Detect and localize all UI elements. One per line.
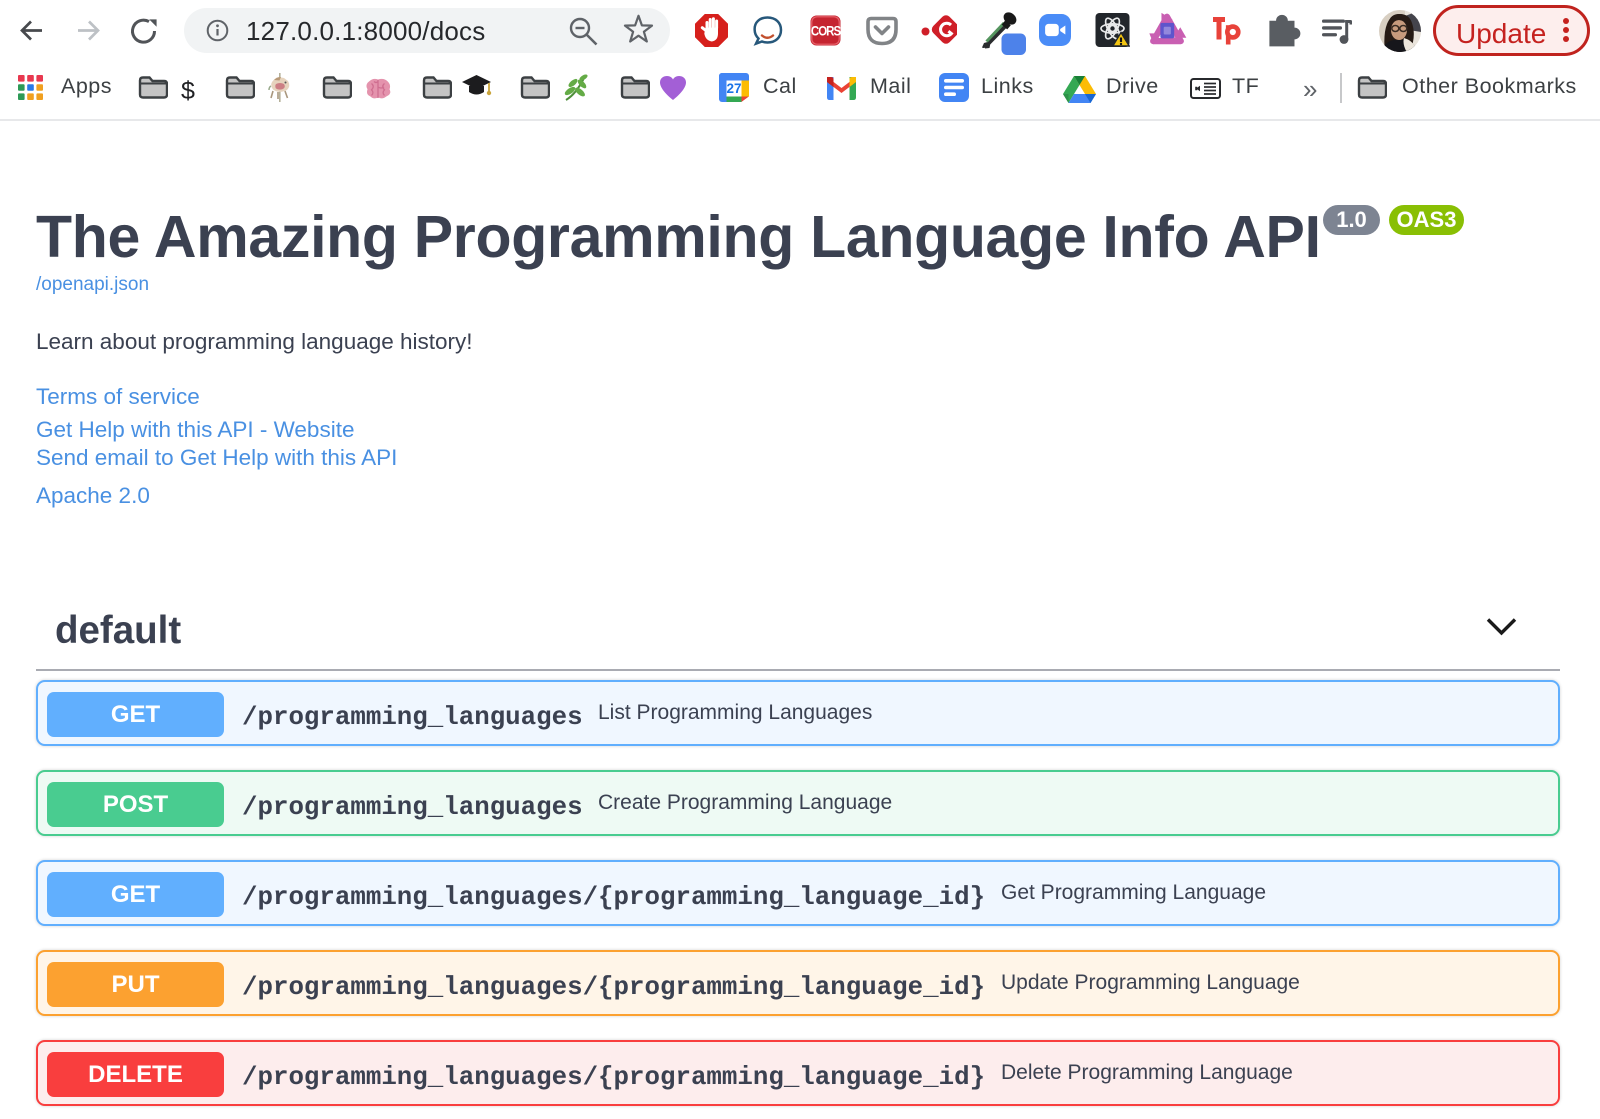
svg-text:27: 27 [726, 81, 741, 96]
svg-text:CORS: CORS [811, 22, 841, 38]
